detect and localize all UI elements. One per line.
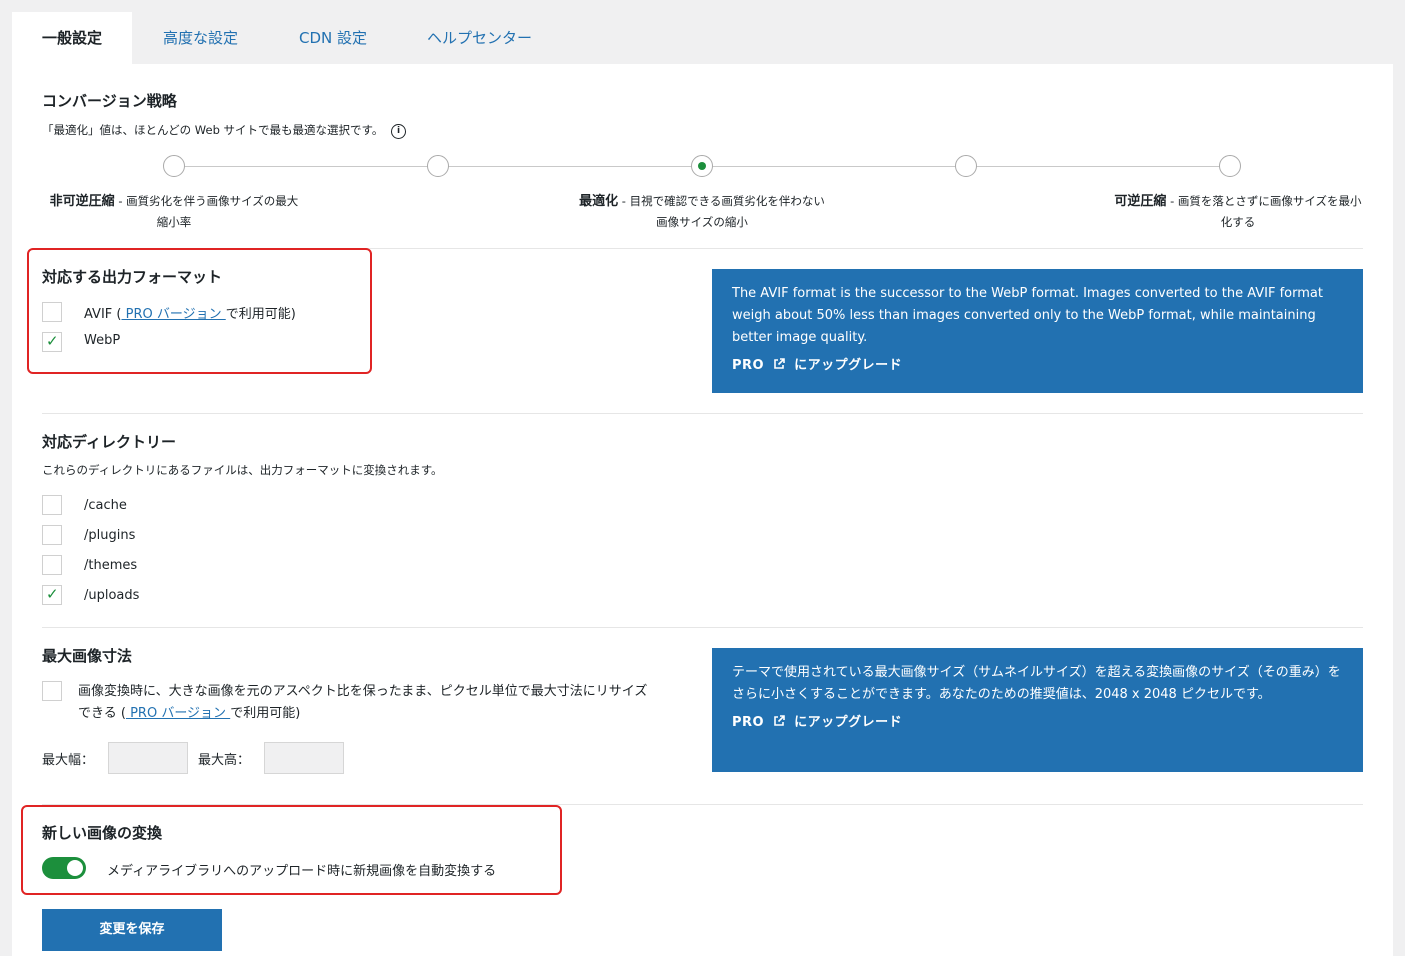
divider bbox=[42, 413, 1363, 414]
avif-info-text: The AVIF format is the successor to the … bbox=[732, 286, 1323, 345]
stop-label-optimized: 最適化 - 目視で確認できる画質劣化を伴わない 画像サイズの縮小 bbox=[579, 194, 825, 229]
dir-cache-checkbox[interactable] bbox=[42, 495, 62, 515]
avif-label: AVIF ( PRO バージョン で利用可能) bbox=[84, 307, 296, 322]
stop-label-lossless: 可逆圧縮 - 画質を落とさずに画像サイズを最小 化する bbox=[1114, 194, 1362, 229]
webp-checkbox[interactable]: ✓ bbox=[42, 332, 62, 352]
max-width-label: 最大幅： bbox=[42, 753, 95, 768]
tab-help-center[interactable]: ヘルプセンター bbox=[397, 12, 562, 64]
dir-cache-label: /cache bbox=[84, 498, 127, 513]
max-size-pro-link[interactable]: PRO バージョン bbox=[126, 706, 230, 721]
strategy-stop-1[interactable] bbox=[163, 155, 185, 177]
tab-general-settings[interactable]: 一般設定 bbox=[12, 12, 133, 64]
max-height-input[interactable] bbox=[264, 742, 344, 774]
max-size-checkbox[interactable] bbox=[42, 681, 62, 701]
highlight-box-new-images bbox=[21, 805, 562, 895]
max-height-label: 最大高： bbox=[198, 753, 251, 768]
tab-bar: 一般設定 高度な設定 CDN 設定 ヘルプセンター bbox=[12, 12, 562, 64]
stop-label-lossy: 非可逆圧縮 - 画質劣化を伴う画像サイズの最大 縮小率 bbox=[49, 194, 299, 229]
dir-uploads-checkbox[interactable]: ✓ bbox=[42, 585, 62, 605]
checkmark-icon: ✓ bbox=[46, 585, 59, 603]
upgrade-link[interactable]: PRO にアップグレード bbox=[732, 355, 1343, 377]
max-width-input[interactable] bbox=[108, 742, 188, 774]
webp-label: WebP bbox=[84, 333, 121, 348]
divider bbox=[42, 627, 1363, 628]
avif-checkbox[interactable] bbox=[42, 302, 62, 322]
dir-plugins-label: /plugins bbox=[84, 528, 136, 543]
conversion-strategy-title: コンバージョン戦略 bbox=[42, 92, 177, 110]
avif-pro-link[interactable]: PRO バージョン bbox=[121, 307, 225, 322]
avif-info-box: The AVIF format is the successor to the … bbox=[712, 269, 1363, 393]
size-info-text: テーマで使用されている最大画像サイズ（サムネイルサイズ）を超える変換画像のサイズ… bbox=[732, 665, 1341, 702]
directories-title: 対応ディレクトリー bbox=[42, 433, 176, 451]
directories-desc: これらのディレクトリにあるファイルは、出力フォーマットに変換されます。 bbox=[42, 463, 443, 477]
auto-convert-toggle[interactable] bbox=[42, 857, 86, 879]
dir-themes-checkbox[interactable] bbox=[42, 555, 62, 575]
dir-uploads-label: /uploads bbox=[84, 588, 140, 603]
conversion-strategy-desc: 「最適化」値は、ほとんどの Web サイトで最も最適な選択です。 i bbox=[42, 122, 407, 139]
strategy-stop-4[interactable] bbox=[955, 155, 977, 177]
dir-themes-label: /themes bbox=[84, 558, 138, 573]
auto-convert-label: メディアライブラリへのアップロード時に新規画像を自動変換する bbox=[107, 864, 497, 879]
info-icon[interactable]: i bbox=[391, 124, 407, 139]
settings-panel: コンバージョン戦略 「最適化」値は、ほとんどの Web サイトで最も最適な選択で… bbox=[12, 64, 1393, 956]
strategy-stop-5[interactable] bbox=[1219, 155, 1241, 177]
upgrade-link[interactable]: PRO にアップグレード bbox=[732, 712, 1343, 734]
strategy-stop-2[interactable] bbox=[427, 155, 449, 177]
tab-advanced-settings[interactable]: 高度な設定 bbox=[132, 12, 269, 64]
checkmark-icon: ✓ bbox=[46, 332, 59, 350]
max-size-title: 最大画像寸法 bbox=[42, 647, 133, 665]
strategy-stop-3[interactable] bbox=[691, 155, 713, 177]
output-formats-title: 対応する出力フォーマット bbox=[42, 268, 223, 286]
max-size-desc: 画像変換時に、大きな画像を元のアスペクト比を保ったまま、ピクセル単位で最大寸法に… bbox=[78, 684, 648, 721]
size-info-box: テーマで使用されている最大画像サイズ（サムネイルサイズ）を超える変換画像のサイズ… bbox=[712, 648, 1363, 772]
dir-plugins-checkbox[interactable] bbox=[42, 525, 62, 545]
tab-cdn-settings[interactable]: CDN 設定 bbox=[269, 12, 397, 64]
external-link-icon bbox=[774, 715, 785, 726]
new-images-title: 新しい画像の変換 bbox=[42, 824, 163, 842]
save-button[interactable]: 変更を保存 bbox=[42, 909, 222, 951]
toggle-knob bbox=[67, 860, 83, 876]
external-link-icon bbox=[774, 358, 785, 369]
selected-stop-dot bbox=[698, 162, 706, 170]
